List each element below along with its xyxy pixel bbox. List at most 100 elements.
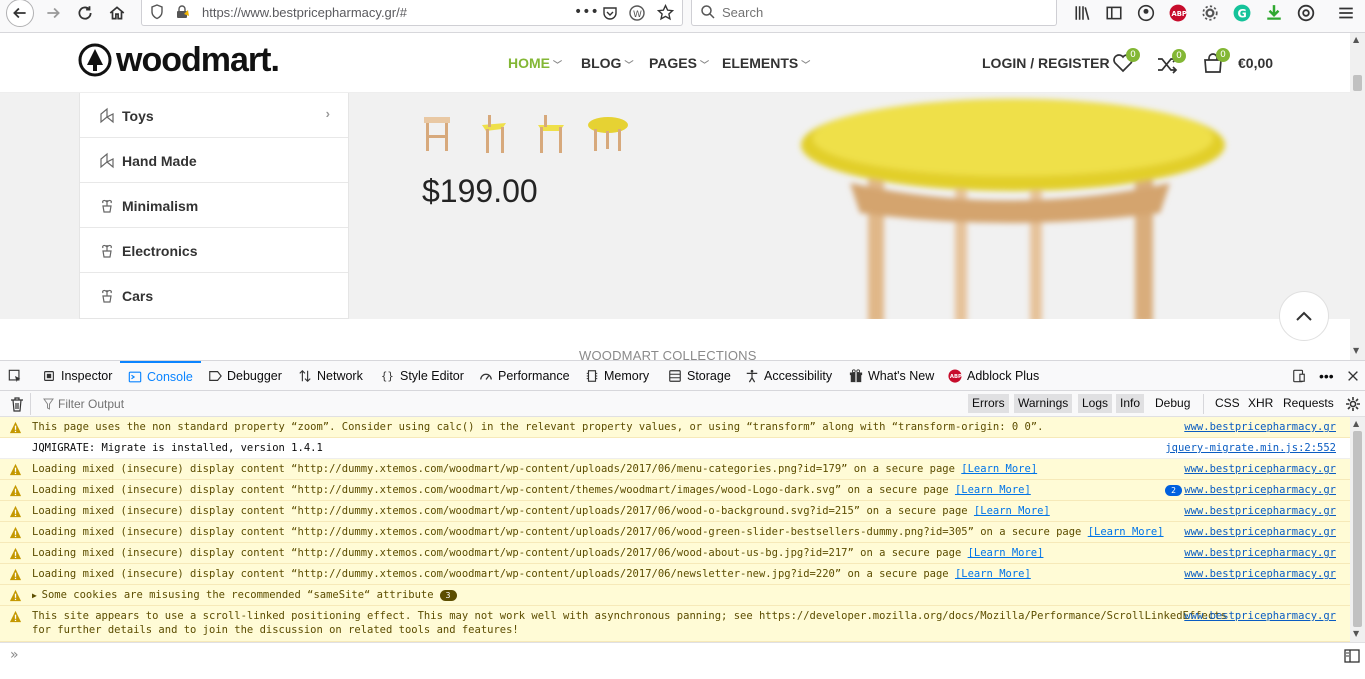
category-item-toys[interactable]: Toys › (80, 93, 348, 138)
learn-more-link[interactable]: [Learn More] (974, 505, 1050, 517)
category-item-cars[interactable]: Cars (80, 273, 348, 318)
message-source-link[interactable]: www.bestpricepharmacy.gr (1184, 567, 1336, 581)
tab-network[interactable]: Network (298, 361, 363, 391)
reload-button[interactable] (72, 0, 98, 26)
scrollbar-thumb[interactable] (1353, 75, 1362, 91)
scroll-to-top-button[interactable] (1279, 291, 1329, 341)
nav-blog[interactable]: BLOG ﹀ (581, 55, 633, 71)
console-settings-button[interactable] (1345, 396, 1361, 415)
responsive-mode-button[interactable] (1292, 361, 1311, 391)
wishlist-button[interactable]: 0 (1112, 48, 1140, 77)
account-button[interactable] (1133, 0, 1159, 26)
message-source-link[interactable]: www.bestpricepharmacy.gr (1184, 609, 1336, 623)
forward-button[interactable] (40, 0, 66, 26)
search-bar[interactable]: Search (691, 0, 1057, 26)
console-message[interactable]: Loading mixed (insecure) display content… (0, 543, 1350, 564)
nav-home[interactable]: HOME ﹀ (508, 55, 562, 71)
cart-button[interactable]: 0 (1202, 48, 1230, 77)
console-message[interactable]: Loading mixed (insecure) display content… (0, 501, 1350, 522)
scroll-down-icon[interactable]: ▼ (1353, 629, 1359, 638)
console-message[interactable]: Loading mixed (insecure) display content… (0, 459, 1350, 480)
filter-debug-toggle[interactable]: Debug (1151, 394, 1194, 413)
message-source-link[interactable]: www.bestpricepharmacy.gr (1184, 525, 1336, 539)
wordpress-icon[interactable]: W (629, 5, 645, 24)
tab-console[interactable]: Console (120, 361, 201, 391)
console-message[interactable]: This page uses the non standard property… (0, 417, 1350, 438)
message-source-link[interactable]: www.bestpricepharmacy.gr (1184, 462, 1336, 476)
console-input-row[interactable]: » (0, 642, 1365, 679)
console-message[interactable]: Loading mixed (insecure) display content… (0, 480, 1350, 501)
console-message[interactable]: JQMIGRATE: Migrate is installed, version… (0, 438, 1350, 459)
site-logo[interactable]: woodmart. (78, 40, 280, 80)
compare-button[interactable]: 0 (1156, 49, 1186, 78)
filter-requests-toggle[interactable]: Requests (1279, 394, 1338, 413)
message-source-link[interactable]: www.bestpricepharmacy.gr (1184, 483, 1336, 497)
learn-more-link[interactable]: [Learn More] (955, 568, 1031, 580)
console-message[interactable]: Loading mixed (insecure) display content… (0, 564, 1350, 585)
filter-css-toggle[interactable]: CSS (1211, 394, 1244, 413)
category-item-hand-made[interactable]: Hand Made (80, 138, 348, 183)
expand-triangle-icon[interactable]: ▶ (32, 591, 42, 600)
message-source-link[interactable]: www.bestpricepharmacy.gr (1184, 504, 1336, 518)
back-button[interactable] (6, 0, 34, 27)
learn-more-link[interactable]: [Learn More] (961, 463, 1037, 475)
adblock-extension-button[interactable]: ABP (1165, 0, 1191, 26)
console-message[interactable]: This site appears to use a scroll-linked… (0, 606, 1350, 642)
category-item-electronics[interactable]: Electronics (80, 228, 348, 273)
shield-icon[interactable] (150, 4, 164, 23)
tab-whats-new[interactable]: What's New (849, 361, 934, 391)
grammarly-extension-button[interactable]: G (1229, 0, 1255, 26)
message-source-link[interactable]: www.bestpricepharmacy.gr (1184, 420, 1336, 434)
devtools-menu-button[interactable]: ••• (1319, 361, 1334, 391)
scroll-down-icon[interactable]: ▼ (1353, 346, 1359, 355)
element-picker-button[interactable] (8, 361, 27, 391)
filter-info-toggle[interactable]: Info (1116, 394, 1145, 413)
tab-adblock-plus[interactable]: ABP Adblock Plus (948, 361, 1039, 391)
category-item-minimalism[interactable]: Minimalism (80, 183, 348, 228)
filter-logs-toggle[interactable]: Logs (1078, 394, 1113, 413)
library-button[interactable] (1070, 0, 1096, 26)
console-message-group[interactable]: ▶ Some cookies are misusing the recommen… (0, 585, 1350, 606)
message-source-link[interactable]: jquery-migrate.min.js:2:552 (1165, 441, 1336, 455)
filter-errors-toggle[interactable]: Errors (968, 394, 1009, 413)
bookmark-star-icon[interactable] (656, 3, 675, 24)
nav-pages[interactable]: PAGES ﹀ (649, 55, 709, 71)
editor-mode-toggle[interactable] (1344, 649, 1360, 666)
sync-extension-button[interactable] (1293, 0, 1319, 26)
menu-button[interactable] (1333, 0, 1359, 26)
login-register-link[interactable]: LOGIN / REGISTER (982, 55, 1110, 71)
close-devtools-button[interactable] (1346, 361, 1365, 391)
filter-xhr-toggle[interactable]: XHR (1244, 394, 1277, 413)
nav-elements[interactable]: ELEMENTS ﹀ (722, 55, 810, 71)
url-bar[interactable]: https://www.bestpricepharmacy.gr/# ••• W (141, 0, 683, 26)
tab-memory[interactable]: Memory (585, 361, 649, 391)
filter-warnings-toggle[interactable]: Warnings (1014, 394, 1073, 413)
page-scrollbar[interactable]: ▲ ▼ (1350, 33, 1365, 360)
sidebar-toggle-button[interactable] (1101, 0, 1127, 26)
console-message[interactable]: Loading mixed (insecure) display content… (0, 522, 1350, 543)
console-scrollbar[interactable]: ▲ ▼ (1350, 417, 1365, 642)
tab-performance[interactable]: Performance (479, 361, 570, 391)
filter-output-input[interactable]: Filter Output (58, 397, 124, 411)
clear-console-button[interactable] (10, 397, 24, 415)
insecure-lock-icon[interactable] (174, 4, 190, 23)
scrollbar-thumb[interactable] (1353, 431, 1362, 627)
learn-more-link[interactable]: [Learn More] (968, 547, 1044, 559)
page-actions-icon[interactable]: ••• (574, 4, 599, 20)
tab-accessibility[interactable]: Accessibility (745, 361, 832, 391)
message-source-link[interactable]: www.bestpricepharmacy.gr (1184, 546, 1336, 560)
cart-total[interactable]: €0,00 (1238, 55, 1273, 71)
download-extension-button[interactable] (1261, 0, 1287, 26)
scroll-up-icon[interactable]: ▲ (1353, 419, 1359, 428)
tab-storage[interactable]: Storage (668, 361, 731, 391)
tab-inspector[interactable]: Inspector (42, 361, 112, 391)
tab-style-editor[interactable]: {} Style Editor (381, 361, 464, 391)
pocket-icon[interactable] (602, 5, 618, 24)
nav-label: HOME (508, 55, 550, 71)
tab-debugger[interactable]: Debugger (208, 361, 282, 391)
settings-extension-button[interactable] (1197, 0, 1223, 26)
scroll-up-icon[interactable]: ▲ (1353, 35, 1359, 44)
learn-more-link[interactable]: [Learn More] (955, 484, 1031, 496)
learn-more-link[interactable]: [Learn More] (1088, 526, 1164, 538)
home-button[interactable] (104, 0, 130, 26)
